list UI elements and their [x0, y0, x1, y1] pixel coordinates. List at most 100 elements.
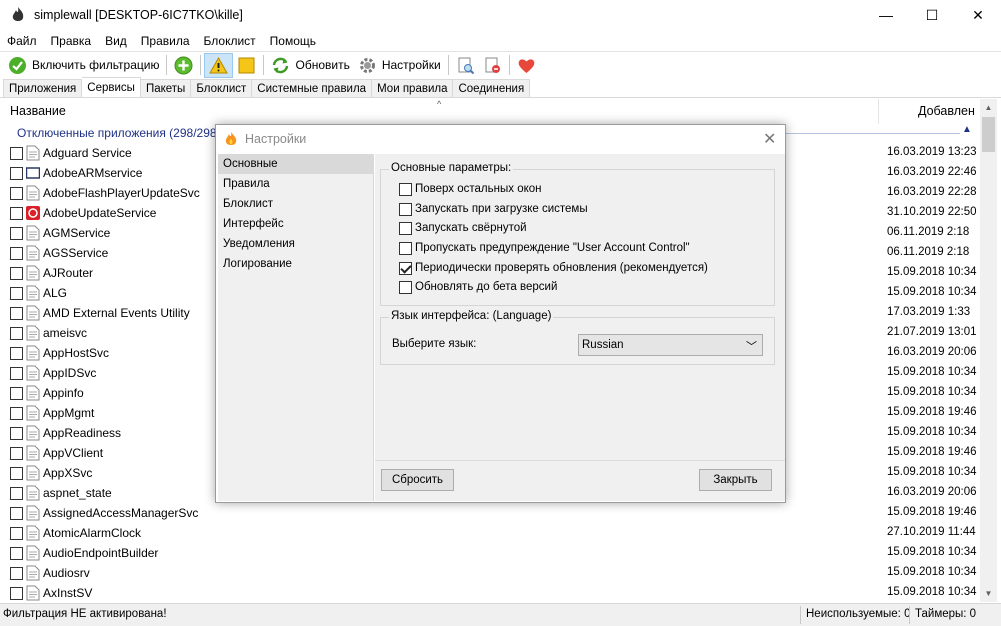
option-checkbox[interactable]	[399, 241, 412, 255]
nav-item-blocklist[interactable]: Блоклист	[218, 194, 373, 214]
row-name: AMD External Events Utility	[43, 306, 190, 320]
row-checkbox[interactable]	[10, 347, 23, 360]
row-checkbox[interactable]	[10, 487, 23, 500]
timers-count-text: Таймеры: 0	[915, 608, 977, 620]
option-autostart[interactable]: Запускать при загрузке системы	[399, 201, 588, 217]
scroll-down-arrow-icon[interactable]: ▼	[980, 585, 997, 602]
row-checkbox[interactable]	[10, 507, 23, 520]
general-options-legend: Основные параметры:	[389, 162, 514, 174]
option-skip-uac[interactable]: Пропускать предупреждение "User Account …	[399, 240, 690, 256]
refresh-label: Обновить	[295, 58, 350, 72]
option-checkbox[interactable]	[399, 202, 412, 216]
vertical-scrollbar[interactable]: ▲ ▼	[980, 99, 997, 602]
column-header-name[interactable]: Название	[10, 104, 66, 118]
row-checkbox[interactable]	[10, 407, 23, 420]
column-divider[interactable]	[878, 99, 879, 124]
nav-item-logging[interactable]: Логирование	[218, 254, 373, 274]
dialog-close-icon[interactable]: ✕	[763, 129, 776, 149]
tab-connections[interactable]: Соединения	[453, 79, 531, 98]
row-checkbox[interactable]	[10, 547, 23, 560]
row-checkbox[interactable]	[10, 287, 23, 300]
nav-item-rules[interactable]: Правила	[218, 174, 373, 194]
list-item[interactable]: AssignedAccessManagerSvc 15.09.2018 19:46	[0, 503, 980, 523]
window-icon	[26, 167, 40, 179]
option-always-on-top[interactable]: Поверх остальных окон	[399, 181, 542, 197]
menu-edit[interactable]: Правка	[44, 34, 99, 48]
list-item[interactable]: AudioEndpointBuilder 15.09.2018 10:34	[0, 543, 980, 563]
minimize-button[interactable]: —	[863, 0, 909, 30]
list-item[interactable]: AtomicAlarmClock 27.10.2019 11:44	[0, 523, 980, 543]
row-checkbox[interactable]	[10, 307, 23, 320]
reset-button[interactable]: Сбросить	[381, 469, 454, 491]
option-beta-updates[interactable]: Обновлять до бета версий	[399, 279, 557, 295]
row-checkbox[interactable]	[10, 327, 23, 340]
add-button[interactable]	[170, 53, 197, 78]
scroll-thumb[interactable]	[982, 117, 995, 152]
menu-view[interactable]: Вид	[98, 34, 134, 48]
nav-item-notifications[interactable]: Уведомления	[218, 234, 373, 254]
document-icon	[26, 565, 40, 581]
dialog-title-bar[interactable]: Настройки ✕	[216, 125, 785, 153]
row-date: 15.09.2018 19:46	[887, 406, 977, 418]
row-date: 15.09.2018 10:34	[887, 566, 977, 578]
log-clear-icon	[485, 57, 500, 73]
option-checkbox[interactable]	[399, 221, 412, 235]
option-start-minimized[interactable]: Запускать свёрнутой	[399, 220, 527, 236]
menu-file[interactable]: Файл	[0, 34, 44, 48]
sort-indicator-icon: ^	[437, 99, 442, 109]
collapse-chevron-icon[interactable]: ▲	[962, 124, 972, 135]
warning-toggle-button[interactable]	[204, 52, 234, 78]
option-checkbox[interactable]	[399, 280, 412, 294]
tab-services[interactable]: Сервисы	[82, 77, 141, 98]
tab-blocklist[interactable]: Блоклист	[191, 79, 253, 98]
tab-packages[interactable]: Пакеты	[140, 79, 192, 98]
row-checkbox[interactable]	[10, 187, 23, 200]
settings-button[interactable]: Настройки	[354, 53, 445, 78]
row-date: 06.11.2019 2:18	[887, 246, 970, 258]
row-checkbox[interactable]	[10, 447, 23, 460]
row-name: AdobeARMservice	[43, 166, 143, 180]
tab-system-rules[interactable]: Системные правила	[252, 79, 373, 98]
adobe-cloud-icon	[26, 206, 40, 220]
unused-count-text: Неиспользуемые: 0	[806, 608, 911, 620]
close-window-button[interactable]: ✕	[955, 0, 1001, 30]
option-checkbox[interactable]	[399, 182, 412, 196]
row-checkbox[interactable]	[10, 147, 23, 160]
log-clear-button[interactable]	[479, 53, 506, 78]
row-checkbox[interactable]	[10, 567, 23, 580]
row-checkbox[interactable]	[10, 367, 23, 380]
nav-item-interface[interactable]: Интерфейс	[218, 214, 373, 234]
enable-filtering-button[interactable]: Включить фильтрацию	[4, 53, 163, 78]
notes-button[interactable]	[233, 53, 260, 78]
menu-help[interactable]: Помощь	[263, 34, 323, 48]
nav-item-general[interactable]: Основные	[218, 154, 373, 174]
language-select[interactable]: Russian ﹀	[578, 334, 763, 356]
row-checkbox[interactable]	[10, 427, 23, 440]
list-item[interactable]: AxInstSV 15.09.2018 10:34	[0, 583, 980, 603]
log-view-button[interactable]	[452, 53, 479, 78]
tab-apps[interactable]: Приложения	[3, 79, 83, 98]
row-checkbox[interactable]	[10, 467, 23, 480]
menu-rules[interactable]: Правила	[134, 34, 197, 48]
list-item[interactable]: Audiosrv 15.09.2018 10:34	[0, 563, 980, 583]
row-checkbox[interactable]	[10, 227, 23, 240]
tab-my-rules[interactable]: Мои правила	[372, 79, 454, 98]
row-checkbox[interactable]	[10, 387, 23, 400]
row-checkbox[interactable]	[10, 527, 23, 540]
row-checkbox[interactable]	[10, 247, 23, 260]
row-date: 16.03.2019 13:23	[887, 146, 977, 158]
column-header-added[interactable]: Добавлен	[918, 104, 975, 118]
menu-blocklist[interactable]: Блоклист	[197, 34, 263, 48]
refresh-button[interactable]: Обновить	[267, 53, 353, 78]
row-checkbox[interactable]	[10, 267, 23, 280]
row-checkbox[interactable]	[10, 167, 23, 180]
close-button[interactable]: Закрыть	[699, 469, 772, 491]
donate-button[interactable]	[513, 53, 540, 78]
scroll-up-arrow-icon[interactable]: ▲	[980, 99, 997, 116]
dialog-title: Настройки	[245, 132, 307, 146]
maximize-button[interactable]: ☐	[909, 0, 955, 30]
option-checkbox[interactable]	[399, 261, 412, 275]
row-checkbox[interactable]	[10, 207, 23, 220]
option-check-updates[interactable]: Периодически проверять обновления (реком…	[399, 260, 708, 276]
row-checkbox[interactable]	[10, 587, 23, 600]
